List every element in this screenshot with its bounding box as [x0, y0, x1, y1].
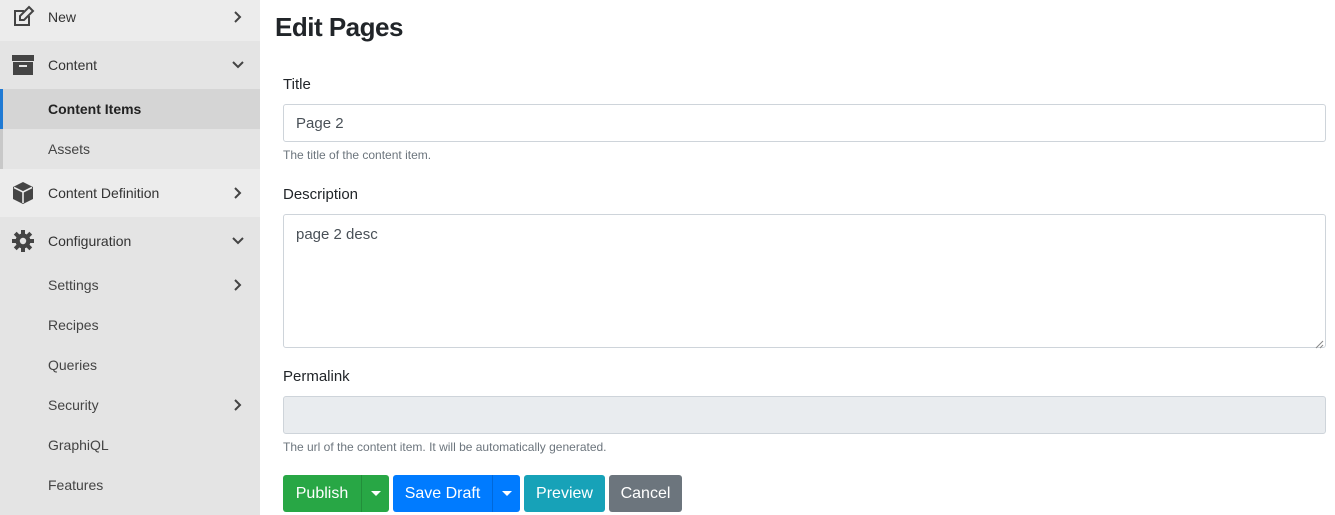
save-draft-dropdown-toggle[interactable]	[492, 475, 520, 512]
sidebar-item-label: Security	[48, 397, 99, 413]
publish-dropdown-toggle[interactable]	[361, 475, 389, 512]
sidebar-item-configuration[interactable]: Configuration	[0, 217, 260, 265]
sidebar: New Content Content Items Assets Content…	[0, 0, 260, 515]
sidebar-item-settings[interactable]: Settings	[0, 265, 260, 305]
permalink-help-text: The url of the content item. It will be …	[283, 440, 607, 454]
sidebar-item-content[interactable]: Content	[0, 41, 260, 89]
cancel-button-group: Cancel	[609, 475, 682, 512]
caret-down-icon	[370, 491, 381, 496]
sidebar-item-label: Recipes	[48, 317, 99, 333]
publish-button-group: Publish	[283, 475, 389, 512]
title-help-text: The title of the content item.	[283, 148, 432, 162]
sidebar-item-label: Content Items	[48, 101, 142, 117]
resize-handle-icon[interactable]	[1314, 336, 1324, 349]
sidebar-item-label: GraphiQL	[48, 437, 109, 453]
sidebar-item-label: Content	[48, 57, 98, 73]
cube-icon	[10, 180, 36, 206]
sidebar-item-security[interactable]: Security	[0, 385, 260, 425]
sidebar-item-content-definition[interactable]: Content Definition	[0, 169, 260, 217]
permalink-field-label: Permalink	[283, 368, 350, 385]
main-content: Edit Pages Title Page 2 The title of the…	[260, 0, 1335, 515]
sidebar-item-new[interactable]: New	[0, 0, 260, 41]
sidebar-item-queries[interactable]: Queries	[0, 345, 260, 385]
preview-button[interactable]: Preview	[524, 475, 605, 512]
sidebar-item-label: Content Definition	[48, 185, 160, 201]
chevron-right-icon	[232, 187, 244, 199]
publish-button[interactable]: Publish	[283, 475, 361, 512]
archive-box-icon	[10, 52, 36, 78]
cancel-button[interactable]: Cancel	[609, 475, 682, 512]
gear-icon	[10, 228, 36, 254]
save-draft-button-group: Save Draft	[393, 475, 520, 512]
sidebar-item-label: Assets	[48, 141, 91, 157]
chevron-right-icon	[232, 399, 244, 411]
chevron-down-icon	[232, 59, 244, 71]
page-title: Edit Pages	[275, 12, 403, 42]
configuration-submenu: Settings Recipes Queries Security Graphi…	[0, 265, 260, 505]
description-value: page 2 desc	[296, 226, 378, 243]
chevron-right-icon	[232, 11, 244, 23]
caret-down-icon	[501, 491, 512, 496]
description-textarea[interactable]: page 2 desc	[283, 214, 1326, 349]
sidebar-item-assets[interactable]: Assets	[0, 129, 260, 169]
content-submenu: Content Items Assets	[0, 89, 260, 169]
title-input[interactable]: Page 2	[283, 104, 1326, 142]
save-draft-button[interactable]: Save Draft	[393, 475, 492, 512]
sidebar-item-features[interactable]: Features	[0, 465, 260, 505]
sidebar-item-label: Features	[48, 477, 104, 493]
chevron-right-icon	[232, 279, 244, 291]
title-field-label: Title	[283, 76, 311, 93]
preview-button-group: Preview	[524, 475, 605, 512]
sidebar-item-recipes[interactable]: Recipes	[0, 305, 260, 345]
sidebar-item-content-items[interactable]: Content Items	[0, 89, 260, 129]
edit-icon	[10, 4, 36, 30]
description-field-label: Description	[283, 186, 359, 203]
permalink-input	[283, 396, 1326, 434]
sidebar-item-label: New	[48, 8, 77, 25]
sidebar-item-graphiql[interactable]: GraphiQL	[0, 425, 260, 465]
chevron-down-icon	[232, 235, 244, 247]
sidebar-item-label: Configuration	[48, 233, 132, 249]
sidebar-item-label: Queries	[48, 357, 98, 373]
sidebar-item-label: Settings	[48, 277, 99, 293]
